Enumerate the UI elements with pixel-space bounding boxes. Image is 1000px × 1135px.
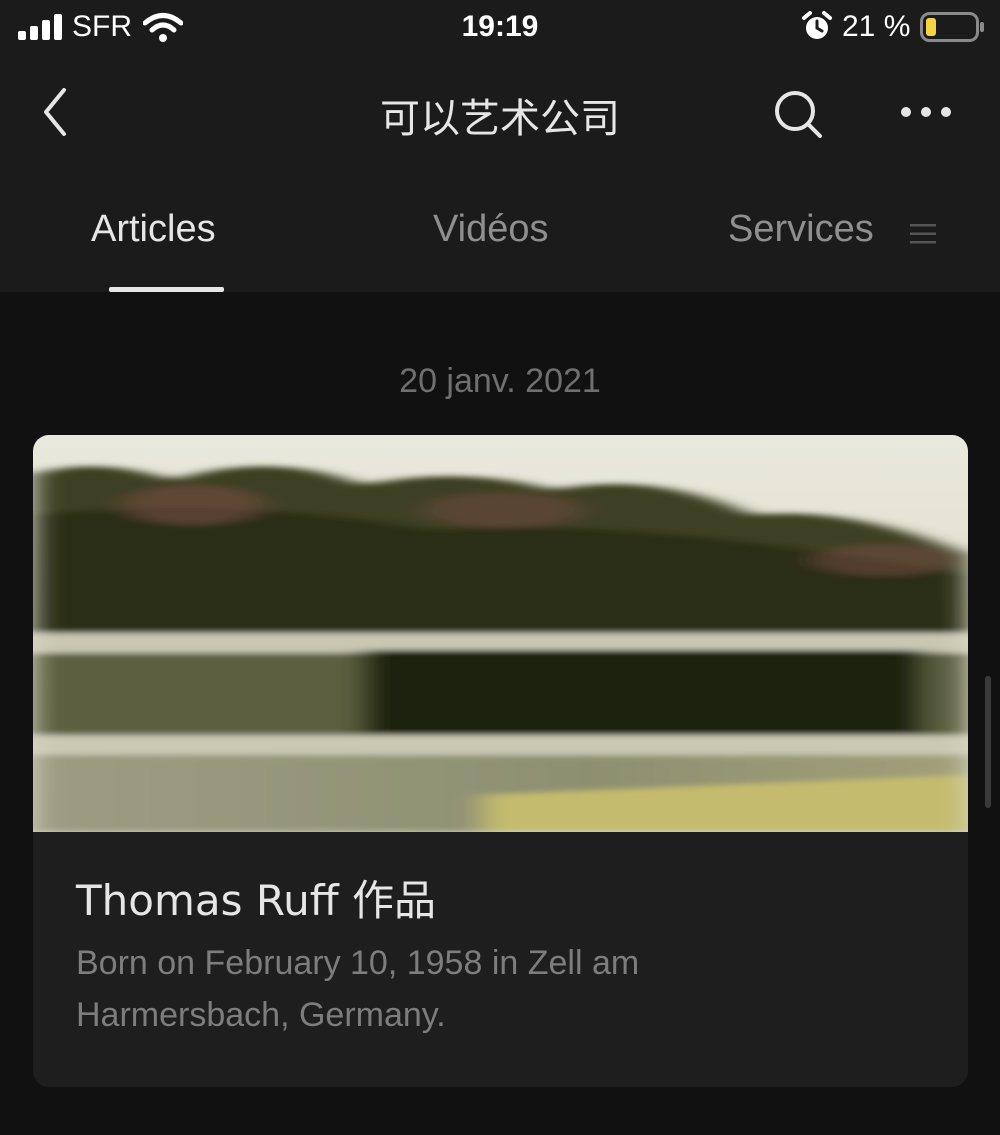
article-thumbnail[interactable] <box>33 435 968 832</box>
scrollbar[interactable] <box>985 676 991 808</box>
article-title[interactable]: Thomas Ruff 作品 <box>76 867 436 928</box>
active-tab-indicator <box>109 287 224 292</box>
menu-icon[interactable] <box>910 222 936 246</box>
tab-articles[interactable]: Articles <box>91 208 216 251</box>
article-description: Born on February 10, 1958 in Zell am Har… <box>76 944 640 1034</box>
nav-bar: 可以艺术公司 <box>0 56 1000 168</box>
feed-date: 20 janv. 2021 <box>399 362 601 400</box>
battery-icon <box>920 12 984 42</box>
alarm-icon <box>802 11 832 39</box>
battery-percent: 21 % <box>842 10 911 43</box>
article-card[interactable]: Thomas Ruff 作品 Born on February 10, 1958… <box>33 435 968 1087</box>
tab-videos[interactable]: Vidéos <box>433 208 549 251</box>
search-icon[interactable] <box>770 86 826 142</box>
tab-bar: Articles Vidéos Services <box>0 168 1000 292</box>
status-bar: SFR 19:19 21 % <box>0 0 1000 56</box>
more-dots-icon[interactable] <box>896 92 956 132</box>
page-title: 可以艺术公司 <box>380 96 620 142</box>
tab-services[interactable]: Services <box>728 208 874 251</box>
